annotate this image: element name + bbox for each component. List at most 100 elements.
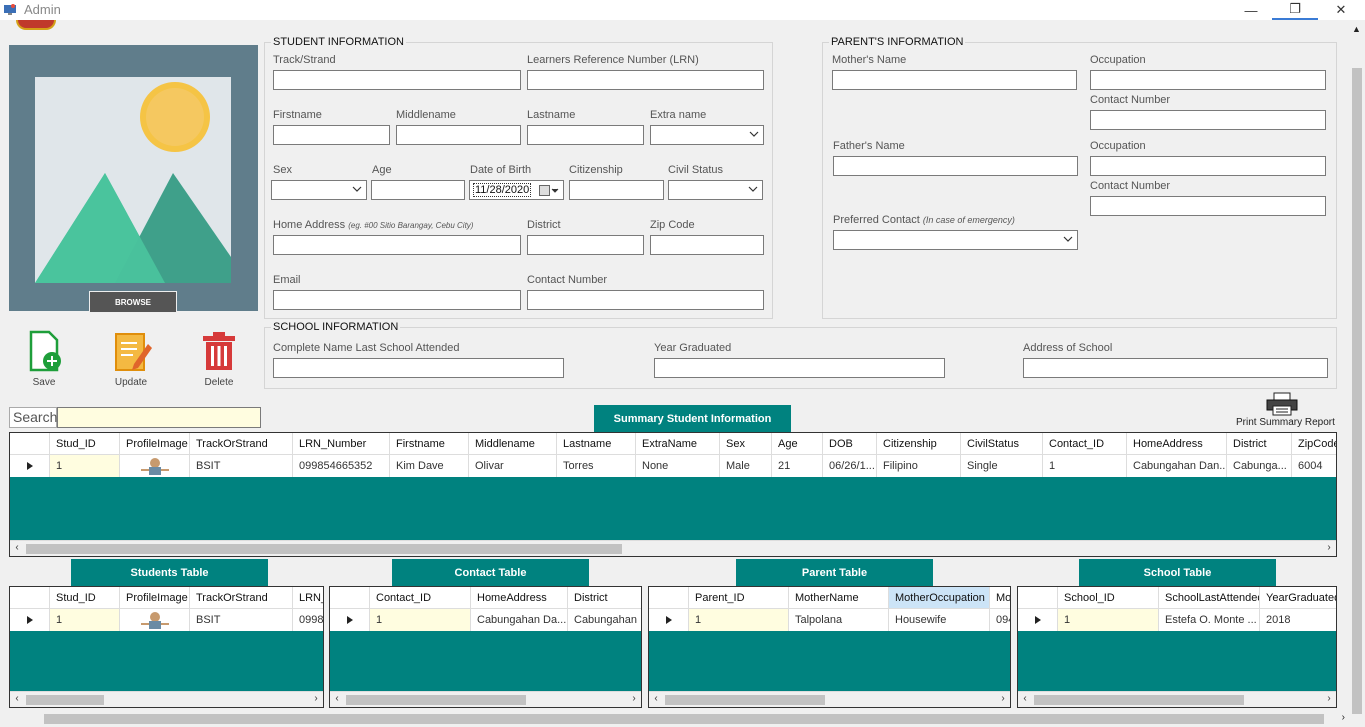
scroll-right-icon[interactable]: › xyxy=(996,693,1010,704)
students-grid[interactable]: Stud_ID ProfileImage TrackOrStrand LRN_ … xyxy=(9,586,324,708)
school-grid[interactable]: School_ID SchoolLastAttended YearGraduat… xyxy=(1017,586,1337,708)
scrollbar-thumb[interactable] xyxy=(665,695,825,705)
calendar-icon[interactable] xyxy=(539,185,559,196)
column-header[interactable]: Citizenship xyxy=(877,433,961,454)
zip-input[interactable] xyxy=(650,235,764,255)
column-header[interactable]: MotherOccupation xyxy=(889,587,990,608)
scroll-right-icon[interactable]: › xyxy=(1322,693,1336,704)
home-address-input[interactable] xyxy=(273,235,521,255)
save-button[interactable]: Save xyxy=(19,330,69,388)
table-cell[interactable]: 099854665352 xyxy=(293,455,390,477)
scroll-left-icon[interactable]: ‹ xyxy=(10,693,24,704)
table-cell[interactable]: 2018 xyxy=(1260,609,1336,631)
table-cell[interactable]: 06/26/1... xyxy=(823,455,877,477)
civil-status-select[interactable] xyxy=(668,180,763,200)
tab-students-table[interactable]: Students Table xyxy=(71,559,268,586)
scrollbar-thumb[interactable] xyxy=(1034,695,1244,705)
father-occupation-input[interactable] xyxy=(1090,156,1326,176)
table-cell[interactable]: 0998 xyxy=(293,609,323,631)
mother-contact-input[interactable] xyxy=(1090,110,1326,130)
column-header[interactable]: Stud_ID xyxy=(50,433,120,454)
table-row[interactable]: 1 BSIT 0998 xyxy=(10,609,323,631)
contact-grid[interactable]: Contact_ID HomeAddress District 1 Cabung… xyxy=(329,586,642,708)
table-cell[interactable]: Cabungahan Dan... xyxy=(1127,455,1227,477)
table-cell[interactable]: 6004 xyxy=(1292,455,1336,477)
scrollbar-thumb[interactable] xyxy=(346,695,526,705)
column-header[interactable]: Contact_ID xyxy=(370,587,471,608)
scrollbar-thumb[interactable] xyxy=(26,544,622,554)
column-header[interactable]: ExtraName xyxy=(636,433,720,454)
column-header[interactable]: LRN_Number xyxy=(293,433,390,454)
table-cell[interactable]: None xyxy=(636,455,720,477)
table-cell[interactable]: 094 xyxy=(990,609,1010,631)
contact-number-input[interactable] xyxy=(527,290,764,310)
lastname-input[interactable] xyxy=(527,125,644,145)
column-header[interactable]: School_ID xyxy=(1058,587,1159,608)
column-header[interactable]: Mo xyxy=(990,587,1010,608)
scroll-right-icon[interactable]: › xyxy=(627,693,641,704)
scroll-left-icon[interactable]: ‹ xyxy=(649,693,663,704)
scroll-left-icon[interactable]: ‹ xyxy=(1018,693,1032,704)
table-cell[interactable]: Male xyxy=(720,455,772,477)
contact-grid-scrollbar[interactable]: ‹ › xyxy=(330,691,641,707)
scrollbar-thumb[interactable] xyxy=(26,695,104,705)
column-header[interactable]: District xyxy=(1227,433,1292,454)
close-button[interactable]: ✕ xyxy=(1318,0,1364,20)
school-grid-scrollbar[interactable]: ‹ › xyxy=(1018,691,1336,707)
district-input[interactable] xyxy=(527,235,644,255)
column-header[interactable]: HomeAddress xyxy=(471,587,568,608)
column-header[interactable]: MotherName xyxy=(789,587,889,608)
horizontal-scrollbar[interactable]: › xyxy=(0,711,1349,727)
update-button[interactable]: Update xyxy=(106,330,156,388)
print-button[interactable] xyxy=(1264,392,1300,416)
column-header[interactable]: CivilStatus xyxy=(961,433,1043,454)
table-row[interactable]: 1 BSIT 099854665352 Kim Dave Olivar Torr… xyxy=(10,455,1336,477)
column-header[interactable]: Sex xyxy=(720,433,772,454)
scroll-left-icon[interactable]: ‹ xyxy=(10,542,24,553)
citizenship-input[interactable] xyxy=(569,180,664,200)
column-header[interactable]: HomeAddress xyxy=(1127,433,1227,454)
column-header[interactable]: LRN_ xyxy=(293,587,323,608)
sex-select[interactable] xyxy=(271,180,367,200)
table-cell[interactable]: 1 xyxy=(689,609,789,631)
table-cell[interactable]: 1 xyxy=(1058,609,1159,631)
column-header[interactable]: Stud_ID xyxy=(50,587,120,608)
lrn-input[interactable] xyxy=(527,70,764,90)
tab-contact-table[interactable]: Contact Table xyxy=(392,559,589,586)
students-grid-scrollbar[interactable]: ‹ › xyxy=(10,691,323,707)
track-input[interactable] xyxy=(273,70,521,90)
column-header[interactable]: SchoolLastAttended xyxy=(1159,587,1260,608)
table-cell[interactable]: Kim Dave xyxy=(390,455,469,477)
table-cell[interactable]: Olivar xyxy=(469,455,557,477)
extraname-select[interactable] xyxy=(650,125,764,145)
column-header[interactable]: District xyxy=(568,587,641,608)
profile-image-cell[interactable] xyxy=(120,455,190,477)
tab-summary-student-information[interactable]: Summary Student Information xyxy=(594,405,791,432)
column-header[interactable]: TrackOrStrand xyxy=(190,433,293,454)
table-cell[interactable]: Torres xyxy=(557,455,636,477)
column-header[interactable]: ProfileImage xyxy=(120,433,190,454)
table-cell[interactable]: Filipino xyxy=(877,455,961,477)
column-header[interactable]: Firstname xyxy=(390,433,469,454)
firstname-input[interactable] xyxy=(273,125,390,145)
minimize-button[interactable]: — xyxy=(1228,0,1274,20)
table-row[interactable]: 1 Estefa O. Monte ... 2018 xyxy=(1018,609,1336,631)
table-cell[interactable]: Cabungahan Da... xyxy=(471,609,568,631)
scroll-up-icon[interactable]: ▲ xyxy=(1352,24,1361,34)
scroll-right-icon[interactable]: › xyxy=(1342,712,1345,723)
scrollbar-thumb[interactable] xyxy=(1352,68,1362,714)
column-header[interactable]: Parent_ID xyxy=(689,587,789,608)
parent-grid[interactable]: Parent_ID MotherName MotherOccupation Mo… xyxy=(648,586,1011,708)
parent-grid-scrollbar[interactable]: ‹ › xyxy=(649,691,1010,707)
table-cell[interactable]: BSIT xyxy=(190,609,293,631)
vertical-scrollbar[interactable]: ▲ xyxy=(1349,22,1365,714)
year-graduated-input[interactable] xyxy=(654,358,945,378)
column-header[interactable]: DOB xyxy=(823,433,877,454)
browse-button[interactable]: BROWSE xyxy=(89,291,177,313)
last-school-input[interactable] xyxy=(273,358,564,378)
table-cell[interactable]: Single xyxy=(961,455,1043,477)
table-cell[interactable]: 1 xyxy=(1043,455,1127,477)
column-header[interactable]: TrackOrStrand xyxy=(190,587,293,608)
table-cell[interactable]: 1 xyxy=(50,609,120,631)
tab-parent-table[interactable]: Parent Table xyxy=(736,559,933,586)
